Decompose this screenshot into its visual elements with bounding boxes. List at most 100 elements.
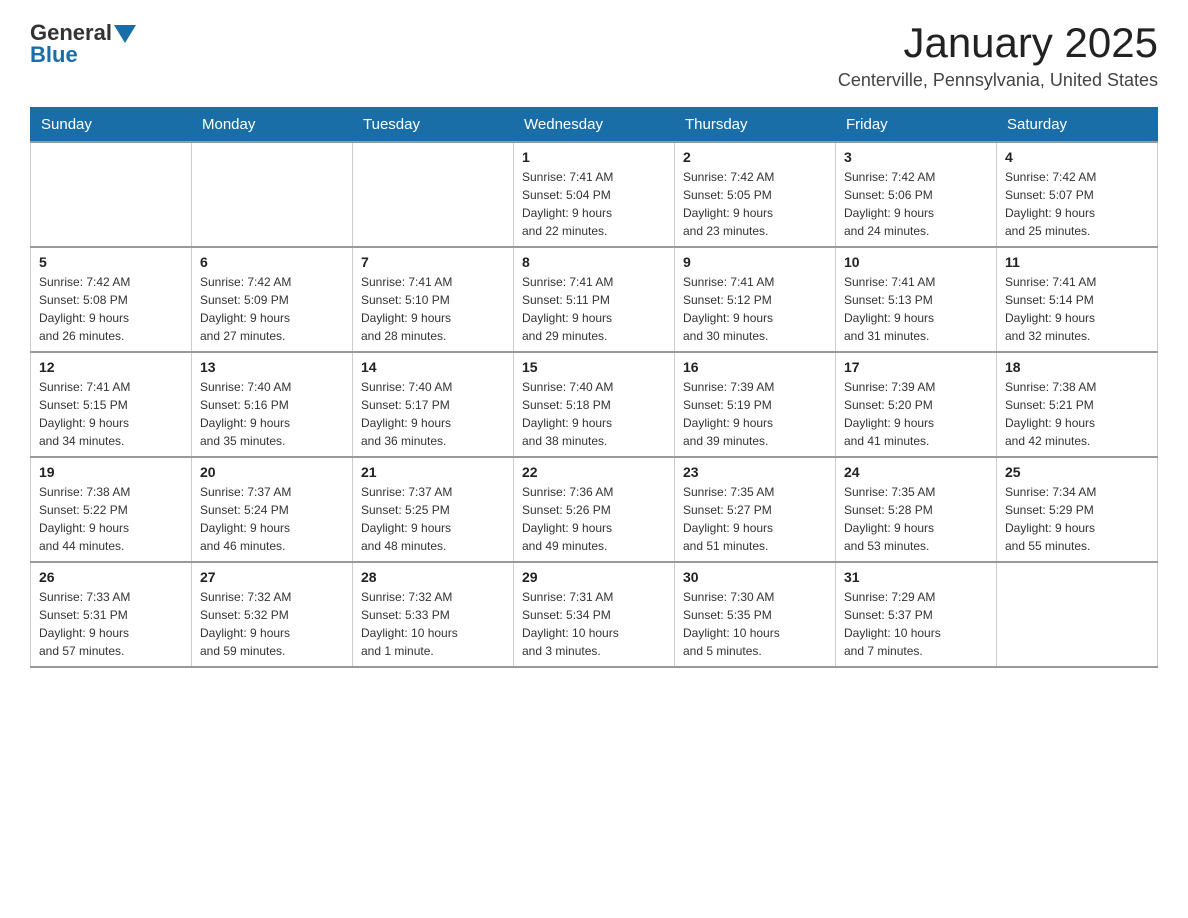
title-section: January 2025 Centerville, Pennsylvania, … [838,20,1158,91]
day-number: 3 [844,149,988,165]
day-number: 5 [39,254,183,270]
day-info: Sunrise: 7:41 AM Sunset: 5:12 PM Dayligh… [683,273,827,345]
calendar-day-cell: 30 Sunrise: 7:30 AM Sunset: 5:35 PM Dayli… [675,562,836,667]
calendar-day-header: Monday [192,108,353,143]
day-number: 7 [361,254,505,270]
calendar-day-cell: 22 Sunrise: 7:36 AM Sunset: 5:26 PM Dayli… [514,457,675,562]
calendar-day-cell [353,142,514,247]
day-info: Sunrise: 7:41 AM Sunset: 5:10 PM Dayligh… [361,273,505,345]
day-number: 22 [522,464,666,480]
day-info: Sunrise: 7:42 AM Sunset: 5:09 PM Dayligh… [200,273,344,345]
day-number: 12 [39,359,183,375]
calendar-day-cell: 10 Sunrise: 7:41 AM Sunset: 5:13 PM Dayli… [836,247,997,352]
calendar-week-row: 19Sunrise: 7:38 AM Sunset: 5:22 PM Dayli… [31,457,1158,562]
calendar-day-cell: 12 Sunrise: 7:41 AM Sunset: 5:15 PM Dayli… [31,352,192,457]
day-number: 2 [683,149,827,165]
day-info: Sunrise: 7:34 AM Sunset: 5:29 PM Dayligh… [1005,483,1149,555]
day-info: Sunrise: 7:30 AM Sunset: 5:35 PM Dayligh… [683,588,827,660]
calendar-day-cell: 28 Sunrise: 7:32 AM Sunset: 5:33 PM Dayli… [353,562,514,667]
day-number: 21 [361,464,505,480]
day-number: 28 [361,569,505,585]
day-number: 17 [844,359,988,375]
calendar-day-cell: 27Sunrise: 7:32 AM Sunset: 5:32 PM Dayli… [192,562,353,667]
day-info: Sunrise: 7:33 AM Sunset: 5:31 PM Dayligh… [39,588,183,660]
day-info: Sunrise: 7:40 AM Sunset: 5:17 PM Dayligh… [361,378,505,450]
calendar-day-cell: 17 Sunrise: 7:39 AM Sunset: 5:20 PM Dayli… [836,352,997,457]
calendar-day-header: Sunday [31,108,192,143]
day-info: Sunrise: 7:32 AM Sunset: 5:33 PM Dayligh… [361,588,505,660]
day-number: 13 [200,359,344,375]
calendar-day-cell: 15 Sunrise: 7:40 AM Sunset: 5:18 PM Dayli… [514,352,675,457]
page-subtitle: Centerville, Pennsylvania, United States [838,70,1158,91]
day-info: Sunrise: 7:41 AM Sunset: 5:13 PM Dayligh… [844,273,988,345]
day-info: Sunrise: 7:42 AM Sunset: 5:07 PM Dayligh… [1005,168,1149,240]
day-number: 11 [1005,254,1149,270]
day-info: Sunrise: 7:41 AM Sunset: 5:15 PM Dayligh… [39,378,183,450]
calendar-day-cell: 7 Sunrise: 7:41 AM Sunset: 5:10 PM Daylig… [353,247,514,352]
day-info: Sunrise: 7:42 AM Sunset: 5:08 PM Dayligh… [39,273,183,345]
calendar-day-header: Wednesday [514,108,675,143]
day-number: 19 [39,464,183,480]
day-number: 25 [1005,464,1149,480]
calendar-week-row: 12 Sunrise: 7:41 AM Sunset: 5:15 PM Dayli… [31,352,1158,457]
calendar-day-cell: 18 Sunrise: 7:38 AM Sunset: 5:21 PM Dayli… [997,352,1158,457]
calendar-day-header: Saturday [997,108,1158,143]
day-info: Sunrise: 7:36 AM Sunset: 5:26 PM Dayligh… [522,483,666,555]
day-number: 6 [200,254,344,270]
day-number: 18 [1005,359,1149,375]
calendar-day-header: Thursday [675,108,836,143]
calendar-day-cell: 29Sunrise: 7:31 AM Sunset: 5:34 PM Dayli… [514,562,675,667]
day-number: 24 [844,464,988,480]
calendar-day-header: Friday [836,108,997,143]
day-info: Sunrise: 7:37 AM Sunset: 5:25 PM Dayligh… [361,483,505,555]
calendar-day-cell: 6 Sunrise: 7:42 AM Sunset: 5:09 PM Daylig… [192,247,353,352]
calendar-day-cell [192,142,353,247]
day-info: Sunrise: 7:39 AM Sunset: 5:20 PM Dayligh… [844,378,988,450]
day-info: Sunrise: 7:35 AM Sunset: 5:28 PM Dayligh… [844,483,988,555]
calendar-day-cell: 2 Sunrise: 7:42 AM Sunset: 5:05 PM Daylig… [675,142,836,247]
calendar-day-cell: 11 Sunrise: 7:41 AM Sunset: 5:14 PM Dayli… [997,247,1158,352]
day-number: 1 [522,149,666,165]
day-number: 26 [39,569,183,585]
calendar-header-row: SundayMondayTuesdayWednesdayThursdayFrid… [31,108,1158,143]
calendar-day-cell: 5 Sunrise: 7:42 AM Sunset: 5:08 PM Daylig… [31,247,192,352]
calendar-day-cell [31,142,192,247]
day-info: Sunrise: 7:40 AM Sunset: 5:18 PM Dayligh… [522,378,666,450]
calendar-day-cell: 26 Sunrise: 7:33 AM Sunset: 5:31 PM Dayli… [31,562,192,667]
day-number: 10 [844,254,988,270]
day-number: 14 [361,359,505,375]
day-info: Sunrise: 7:41 AM Sunset: 5:04 PM Dayligh… [522,168,666,240]
day-number: 8 [522,254,666,270]
day-info: Sunrise: 7:42 AM Sunset: 5:05 PM Dayligh… [683,168,827,240]
calendar-day-header: Tuesday [353,108,514,143]
day-number: 29 [522,569,666,585]
calendar-day-cell: 21 Sunrise: 7:37 AM Sunset: 5:25 PM Dayli… [353,457,514,562]
day-info: Sunrise: 7:41 AM Sunset: 5:14 PM Dayligh… [1005,273,1149,345]
day-info: Sunrise: 7:42 AM Sunset: 5:06 PM Dayligh… [844,168,988,240]
day-info: Sunrise: 7:39 AM Sunset: 5:19 PM Dayligh… [683,378,827,450]
page-title: January 2025 [838,20,1158,66]
day-number: 27 [200,569,344,585]
calendar-day-cell: 31 Sunrise: 7:29 AM Sunset: 5:37 PM Dayli… [836,562,997,667]
day-number: 15 [522,359,666,375]
calendar-week-row: 5 Sunrise: 7:42 AM Sunset: 5:08 PM Daylig… [31,247,1158,352]
day-info: Sunrise: 7:29 AM Sunset: 5:37 PM Dayligh… [844,588,988,660]
day-number: 16 [683,359,827,375]
calendar-day-cell: 1 Sunrise: 7:41 AM Sunset: 5:04 PM Daylig… [514,142,675,247]
day-number: 20 [200,464,344,480]
calendar-day-cell: 14 Sunrise: 7:40 AM Sunset: 5:17 PM Dayli… [353,352,514,457]
logo-blue-text: Blue [30,42,136,68]
day-info: Sunrise: 7:38 AM Sunset: 5:21 PM Dayligh… [1005,378,1149,450]
calendar-week-row: 26 Sunrise: 7:33 AM Sunset: 5:31 PM Dayli… [31,562,1158,667]
calendar-day-cell: 9 Sunrise: 7:41 AM Sunset: 5:12 PM Daylig… [675,247,836,352]
calendar-day-cell: 8Sunrise: 7:41 AM Sunset: 5:11 PM Daylig… [514,247,675,352]
day-number: 30 [683,569,827,585]
calendar-day-cell: 19Sunrise: 7:38 AM Sunset: 5:22 PM Dayli… [31,457,192,562]
day-number: 23 [683,464,827,480]
logo-triangle-icon [114,25,136,43]
day-number: 9 [683,254,827,270]
page-header: General Blue January 2025 Centerville, P… [30,20,1158,91]
day-info: Sunrise: 7:40 AM Sunset: 5:16 PM Dayligh… [200,378,344,450]
calendar-table: SundayMondayTuesdayWednesdayThursdayFrid… [30,107,1158,668]
day-number: 31 [844,569,988,585]
